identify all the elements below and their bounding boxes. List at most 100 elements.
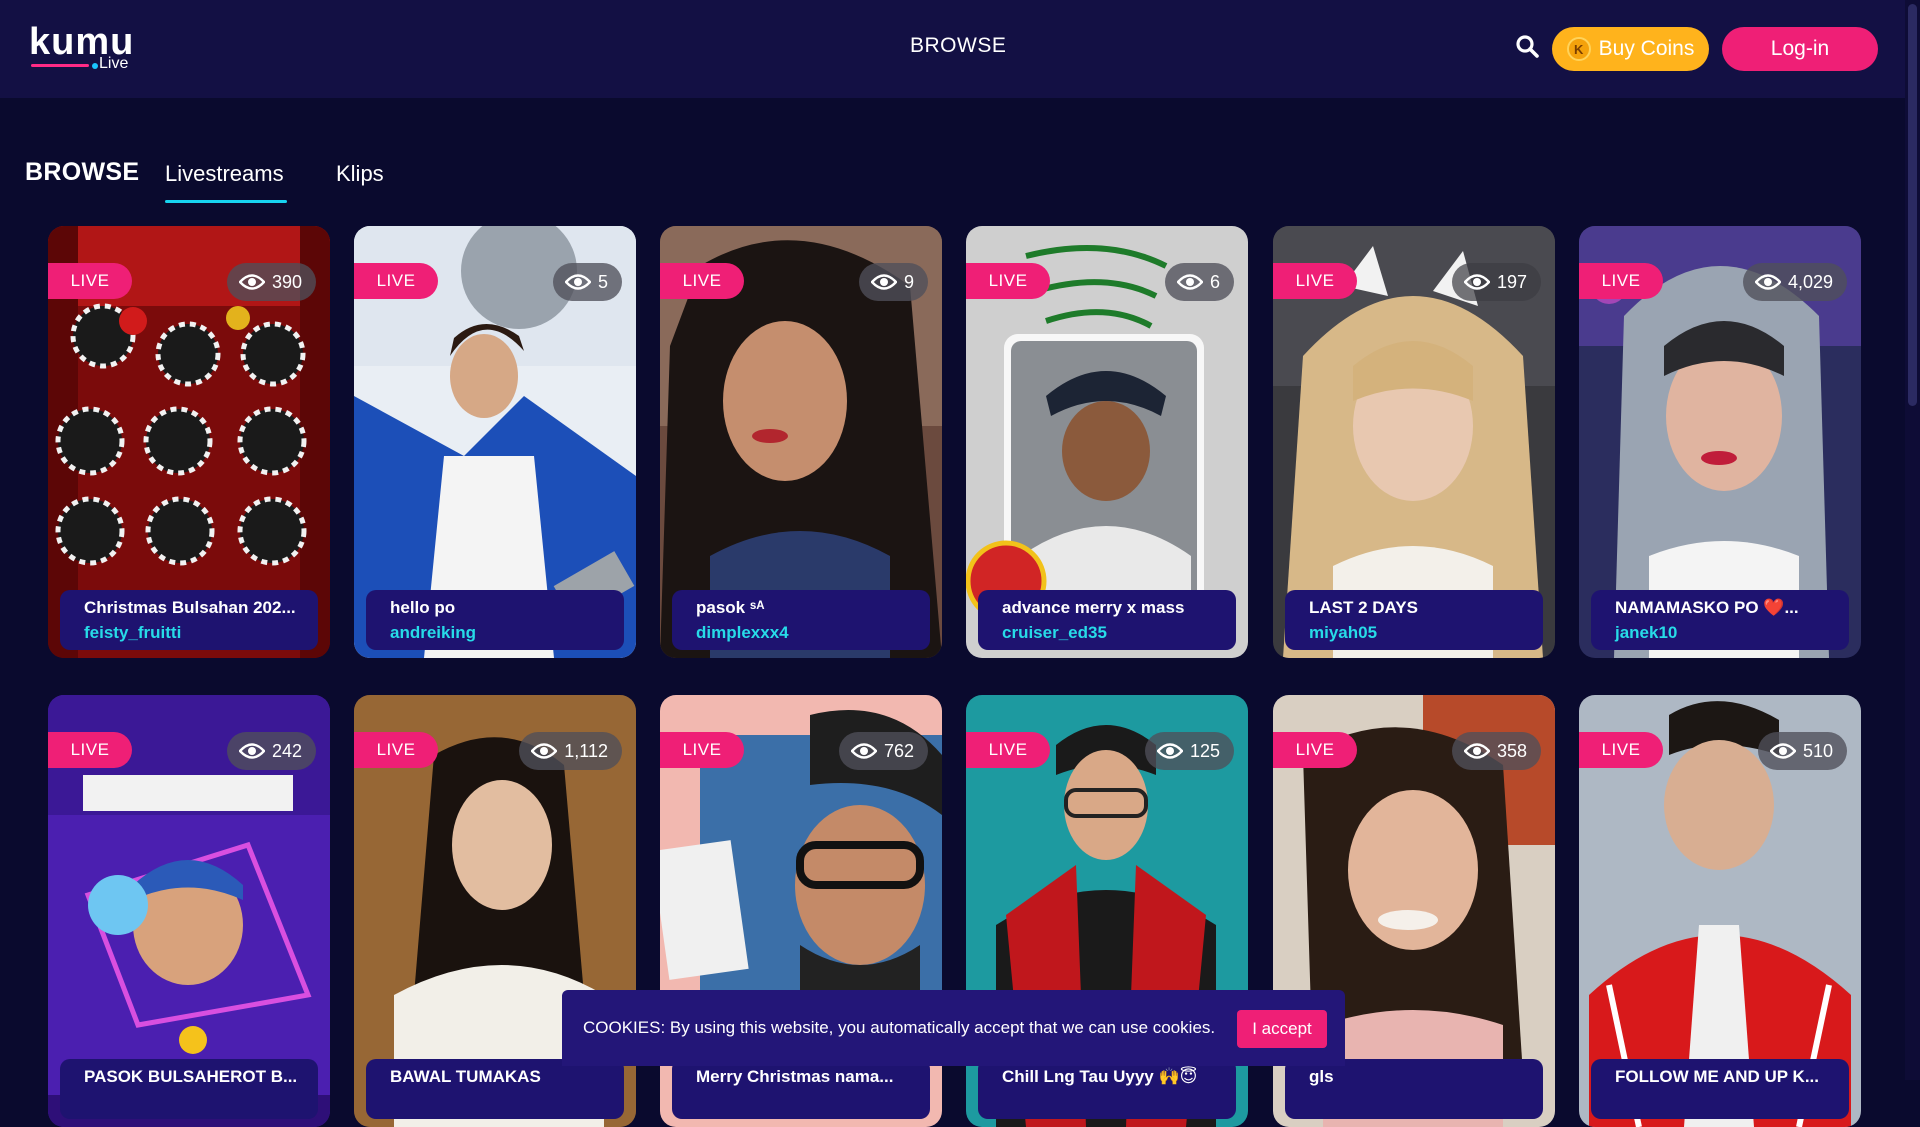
tab-livestreams[interactable]: Livestreams (165, 161, 284, 187)
eye-icon (564, 274, 591, 290)
logo-dot (92, 63, 98, 69)
stream-title: Merry Christmas nama... (696, 1067, 894, 1086)
viewer-count: 4,029 (1742, 263, 1847, 301)
active-tab-indicator (165, 200, 287, 203)
logo-underline (31, 64, 89, 67)
viewer-count-value: 6 (1209, 271, 1220, 292)
nav-browse-link[interactable]: BROWSE (910, 34, 1006, 58)
viewer-count: 762 (838, 732, 928, 770)
kumu-logo[interactable]: kumu Live (29, 22, 139, 74)
viewer-count: 125 (1144, 732, 1234, 770)
live-badge: LIVE (354, 732, 438, 768)
stream-info: hello po andreiking (366, 590, 624, 650)
cookie-message: COOKIES: By using this website, you auto… (583, 1018, 1216, 1037)
live-badge: LIVE (966, 732, 1050, 768)
stream-card[interactable]: LIVE 510 FOLLOW ME AND UP K... (1579, 695, 1861, 1127)
eye-icon (1463, 274, 1490, 290)
login-button[interactable]: Log-in (1722, 27, 1878, 71)
stream-card[interactable]: LIVE 197 LAST 2 DAYS miyah05 (1273, 226, 1555, 658)
browse-heading: BROWSE (25, 158, 140, 186)
live-badge: LIVE (1273, 263, 1357, 299)
top-header: kumu Live BROWSE K Buy Coins Log-in (0, 0, 1905, 98)
stream-info: Chill Lng Tau Uyyy 🙌😇 (978, 1059, 1236, 1119)
cookie-banner: COOKIES: By using this website, you auto… (562, 990, 1345, 1066)
viewer-count: 9 (858, 263, 928, 301)
stream-info: PASOK BULSAHEROT B... (60, 1059, 318, 1119)
tab-klips[interactable]: Klips (336, 161, 384, 187)
stream-info: NAMAMASKO PO ❤️... janek10 (1591, 590, 1849, 650)
live-badge: LIVE (1579, 732, 1663, 768)
stream-info: BAWAL TUMAKAS (366, 1059, 624, 1119)
viewer-count: 6 (1164, 263, 1234, 301)
search-icon[interactable] (1515, 34, 1541, 60)
stream-info: Merry Christmas nama... (672, 1059, 930, 1119)
stream-title: FOLLOW ME AND UP K... (1615, 1067, 1819, 1086)
live-badge: LIVE (966, 263, 1050, 299)
eye-icon (870, 274, 897, 290)
live-badge: LIVE (1273, 732, 1357, 768)
stream-title: LAST 2 DAYS (1309, 598, 1418, 617)
eye-icon (1463, 743, 1490, 759)
eye-icon (1156, 743, 1183, 759)
live-badge: LIVE (1579, 263, 1663, 299)
stream-title: Christmas Bulsahan 202... (84, 598, 296, 617)
viewer-count-value: 510 (1802, 740, 1833, 761)
viewer-count-value: 5 (597, 271, 608, 292)
viewer-count-value: 242 (271, 740, 302, 761)
stream-title: PASOK BULSAHEROT B... (84, 1067, 298, 1086)
stream-info: gls (1285, 1059, 1543, 1119)
eye-icon (238, 743, 265, 759)
stream-title: Chill Lng Tau Uyyy 🙌😇 (1002, 1067, 1198, 1086)
live-badge: LIVE (48, 263, 132, 299)
stream-info: Christmas Bulsahan 202... feisty_fruitti (60, 590, 318, 650)
stream-title: BAWAL TUMAKAS (390, 1067, 541, 1086)
stream-info: FOLLOW ME AND UP K... (1591, 1059, 1849, 1119)
viewer-count: 5 (552, 263, 622, 301)
viewer-count-value: 9 (903, 271, 914, 292)
live-badge: LIVE (660, 263, 744, 299)
stream-card[interactable]: LIVE 5 hello po andreiking (354, 226, 636, 658)
stream-title: hello po (390, 598, 456, 617)
cookie-accept-button[interactable]: I accept (1237, 1010, 1327, 1048)
buy-coins-button[interactable]: K Buy Coins (1552, 27, 1709, 71)
streamer-username[interactable]: janek10 (1615, 620, 1835, 646)
eye-icon (238, 274, 265, 290)
streamer-username[interactable]: dimplexxx4 (696, 620, 916, 646)
buy-coins-label: Buy Coins (1598, 37, 1695, 60)
viewer-count: 358 (1451, 732, 1541, 770)
viewer-count-value: 762 (883, 740, 914, 761)
stream-info: LAST 2 DAYS miyah05 (1285, 590, 1543, 650)
streamer-username[interactable]: feisty_fruitti (84, 620, 304, 646)
scrollbar-thumb[interactable] (1908, 4, 1917, 406)
viewer-count: 197 (1451, 263, 1541, 301)
viewer-count: 390 (226, 263, 316, 301)
stream-info: advance merry x mass cruiser_ed35 (978, 590, 1236, 650)
viewer-count-value: 4,029 (1787, 271, 1833, 292)
stream-card[interactable]: LIVE 9 pasok ˢᴬ dimplexxx4 (660, 226, 942, 658)
stream-card[interactable]: LIVE 242 PASOK BULSAHEROT B... (48, 695, 330, 1127)
coin-icon: K (1566, 37, 1591, 61)
viewer-count-value: 358 (1496, 740, 1527, 761)
viewer-count: 1,112 (519, 732, 622, 770)
stream-card[interactable]: LIVE 390 Christmas Bulsahan 202... feist… (48, 226, 330, 658)
stream-card[interactable]: LIVE 6 advance merry x mass cruiser_ed35 (966, 226, 1248, 658)
eye-icon (1754, 274, 1781, 290)
stream-title: pasok ˢᴬ (696, 598, 765, 617)
live-badge: LIVE (48, 732, 132, 768)
stream-card[interactable]: LIVE 4,029 NAMAMASKO PO ❤️... janek10 (1579, 226, 1861, 658)
streamer-username[interactable]: miyah05 (1309, 620, 1529, 646)
streamer-username[interactable]: cruiser_ed35 (1002, 620, 1222, 646)
stream-info: pasok ˢᴬ dimplexxx4 (672, 590, 930, 650)
stream-title: gls (1309, 1067, 1334, 1086)
streamer-username[interactable]: andreiking (390, 620, 610, 646)
logo-live-label: Live (99, 55, 129, 72)
viewer-count: 510 (1757, 732, 1847, 770)
stream-title: advance merry x mass (1002, 598, 1185, 617)
eye-icon (1176, 274, 1203, 290)
eye-icon (531, 743, 558, 759)
eye-icon (1769, 743, 1796, 759)
stream-title: NAMAMASKO PO ❤️... (1615, 598, 1799, 617)
live-badge: LIVE (354, 263, 438, 299)
viewer-count-value: 197 (1496, 271, 1527, 292)
eye-icon (850, 743, 877, 759)
